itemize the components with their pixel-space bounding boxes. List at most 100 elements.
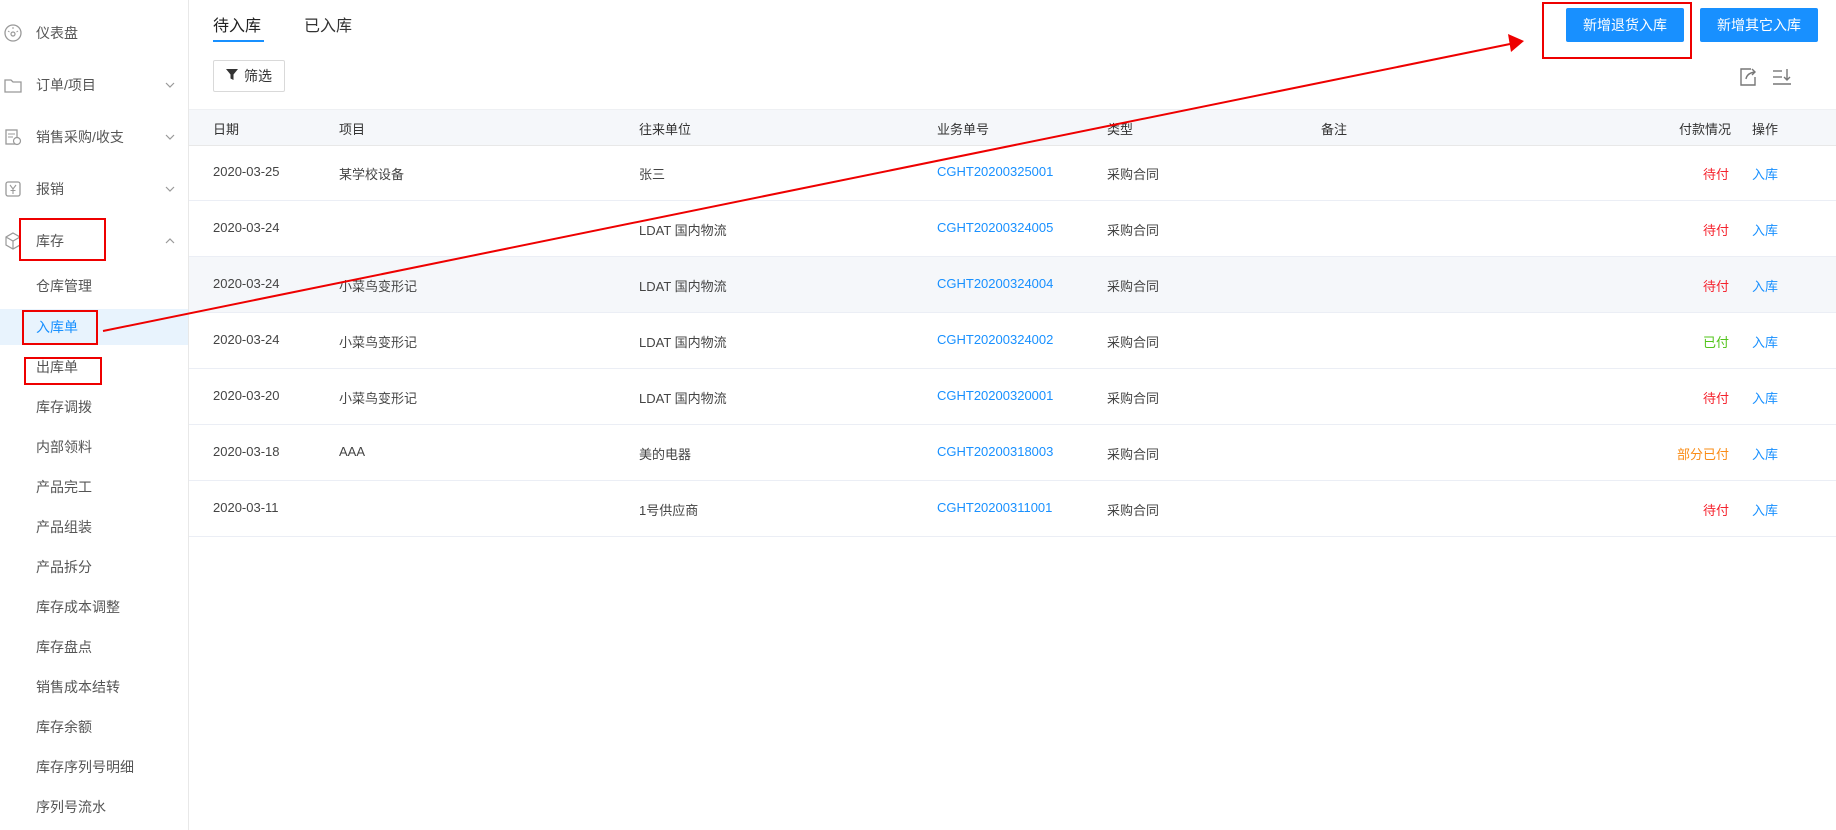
sidebar: 仪表盘 订单/项目 销售采购/收支 报销 库存 仓库管理 入库单 出库单 库存调… (0, 0, 189, 830)
table-row: 2020-03-24 小菜鸟变形记 LDAT 国内物流 CGHT20200324… (189, 313, 1836, 369)
table-row: 2020-03-25 某学校设备 张三 CGHT20200325001 采购合同… (189, 145, 1836, 201)
sidebar-subitem-label: 入库单 (36, 319, 78, 335)
sidebar-subitem-inventory-balance[interactable]: 库存余额 (0, 709, 188, 745)
sidebar-item-dashboard[interactable]: 仪表盘 (0, 13, 188, 53)
tab-pending-inbound[interactable]: 待入库 (213, 12, 261, 36)
sidebar-item-sales-purchase[interactable]: 销售采购/收支 (0, 117, 188, 157)
order-link[interactable]: CGHT20200324002 (937, 332, 1053, 347)
sidebar-subitem-outbound[interactable]: 出库单 (0, 349, 188, 385)
table-header: 日期 项目 往来单位 业务单号 类型 备注 付款情况 操作 (189, 109, 1836, 146)
col-order-no: 业务单号 (937, 122, 990, 137)
add-other-inbound-button[interactable]: 新增其它入库 (1700, 8, 1818, 42)
col-payment: 付款情况 (1679, 122, 1732, 137)
cell-partner: LDAT 国内物流 (639, 335, 727, 350)
sidebar-subitem-transfer[interactable]: 库存调拨 (0, 389, 188, 425)
sidebar-subitem-warehouse[interactable]: 仓库管理 (0, 268, 188, 304)
order-link[interactable]: CGHT20200325001 (937, 164, 1053, 179)
cell-date: 2020-03-20 (213, 388, 280, 403)
sidebar-item-label: 报销 (36, 181, 64, 197)
order-link[interactable]: CGHT20200311001 (937, 500, 1052, 515)
col-date: 日期 (213, 122, 240, 137)
tab-completed-inbound[interactable]: 已入库 (304, 12, 352, 36)
add-return-inbound-button[interactable]: 新增退货入库 (1566, 8, 1684, 42)
inbound-action-link[interactable]: 入库 (1752, 388, 1778, 407)
col-action: 操作 (1752, 122, 1779, 137)
inbound-action-link[interactable]: 入库 (1752, 500, 1778, 519)
export-icon[interactable] (1737, 66, 1759, 88)
dashboard-icon (2, 22, 24, 44)
sidebar-subitem-cost-carryover[interactable]: 销售成本结转 (0, 669, 188, 705)
sidebar-subitem-label: 库存成本调整 (36, 599, 120, 615)
payment-status: 待付 (1702, 223, 1729, 238)
sidebar-subitem-label: 产品完工 (36, 479, 92, 495)
table-row: 2020-03-18 AAA 美的电器 CGHT20200318003 采购合同… (189, 425, 1836, 481)
payment-status: 已付 (1702, 335, 1729, 350)
sidebar-subitem-internal-requisition[interactable]: 内部领料 (0, 429, 188, 465)
sidebar-subitem-cost-adjustment[interactable]: 库存成本调整 (0, 589, 188, 625)
folder-icon (2, 74, 24, 96)
cell-type: 采购合同 (1107, 167, 1160, 182)
sidebar-item-inventory[interactable]: 库存 (0, 221, 188, 261)
sidebar-item-label: 仪表盘 (36, 25, 78, 41)
sidebar-item-reimburse[interactable]: 报销 (0, 169, 188, 209)
sidebar-subitem-label: 产品组装 (36, 519, 92, 535)
table-row: 2020-03-20 小菜鸟变形记 LDAT 国内物流 CGHT20200320… (189, 369, 1836, 425)
sidebar-subitem-label: 销售成本结转 (36, 679, 120, 695)
sidebar-subitem-label: 产品拆分 (36, 559, 92, 575)
cell-date: 2020-03-11 (213, 500, 279, 515)
sidebar-subitem-serial-details[interactable]: 库存序列号明细 (0, 749, 188, 785)
filter-button[interactable]: 筛选 (213, 60, 285, 92)
cell-partner: LDAT 国内物流 (639, 279, 727, 294)
sort-icon[interactable] (1771, 66, 1793, 88)
cell-date: 2020-03-24 (213, 332, 280, 347)
sidebar-subitem-product-disassembly[interactable]: 产品拆分 (0, 549, 188, 585)
sidebar-subitem-label: 内部领料 (36, 439, 92, 455)
cell-date: 2020-03-25 (213, 164, 280, 179)
inbound-action-link[interactable]: 入库 (1752, 164, 1778, 183)
filter-label: 筛选 (244, 68, 272, 84)
chevron-down-icon (163, 130, 177, 144)
order-link[interactable]: CGHT20200324005 (937, 220, 1053, 235)
payment-status: 待付 (1702, 503, 1729, 518)
payment-status: 待付 (1702, 167, 1729, 182)
inbound-action-link[interactable]: 入库 (1752, 220, 1778, 239)
cell-type: 采购合同 (1107, 503, 1160, 518)
sidebar-subitem-inbound[interactable]: 入库单 (0, 309, 188, 345)
col-partner: 往来单位 (639, 122, 692, 137)
cell-type: 采购合同 (1107, 335, 1160, 350)
cell-date: 2020-03-24 (213, 220, 280, 235)
sidebar-subitem-product-assembly[interactable]: 产品组装 (0, 509, 188, 545)
table-row: 2020-03-24 小菜鸟变形记 LDAT 国内物流 CGHT20200324… (189, 257, 1836, 313)
cell-date: 2020-03-24 (213, 276, 280, 291)
cell-type: 采购合同 (1107, 391, 1160, 406)
document-icon (2, 126, 24, 148)
inbound-action-link[interactable]: 入库 (1752, 332, 1778, 351)
cell-partner: 美的电器 (639, 447, 692, 462)
payment-status: 部分已付 (1676, 447, 1729, 462)
sidebar-subitem-label: 库存调拨 (36, 399, 92, 415)
yuan-icon (2, 178, 24, 200)
sidebar-subitem-stocktake[interactable]: 库存盘点 (0, 629, 188, 665)
cell-partner: 1号供应商 (639, 503, 699, 518)
sidebar-subitem-label: 出库单 (36, 359, 78, 375)
chevron-up-icon (163, 234, 177, 248)
sidebar-subitem-label: 仓库管理 (36, 278, 92, 294)
sidebar-subitem-label: 序列号流水 (36, 799, 106, 815)
table-row: 2020-03-11 1号供应商 CGHT20200311001 采购合同 待付… (189, 481, 1836, 537)
col-type: 类型 (1107, 122, 1134, 137)
sidebar-item-label: 销售采购/收支 (36, 129, 124, 145)
order-link[interactable]: CGHT20200320001 (937, 388, 1053, 403)
cell-type: 采购合同 (1107, 223, 1160, 238)
order-link[interactable]: CGHT20200318003 (937, 444, 1053, 459)
inbound-action-link[interactable]: 入库 (1752, 444, 1778, 463)
cell-project: 某学校设备 (339, 167, 405, 182)
chevron-down-icon (163, 182, 177, 196)
sidebar-item-orders[interactable]: 订单/项目 (0, 65, 188, 105)
table-row: 2020-03-24 LDAT 国内物流 CGHT20200324005 采购合… (189, 201, 1836, 257)
order-link[interactable]: CGHT20200324004 (937, 276, 1053, 291)
inbound-action-link[interactable]: 入库 (1752, 276, 1778, 295)
sidebar-subitem-label: 库存盘点 (36, 639, 92, 655)
sidebar-subitem-product-completion[interactable]: 产品完工 (0, 469, 188, 505)
cell-project: 小菜鸟变形记 (339, 335, 418, 350)
sidebar-subitem-serial-flow[interactable]: 序列号流水 (0, 789, 188, 825)
